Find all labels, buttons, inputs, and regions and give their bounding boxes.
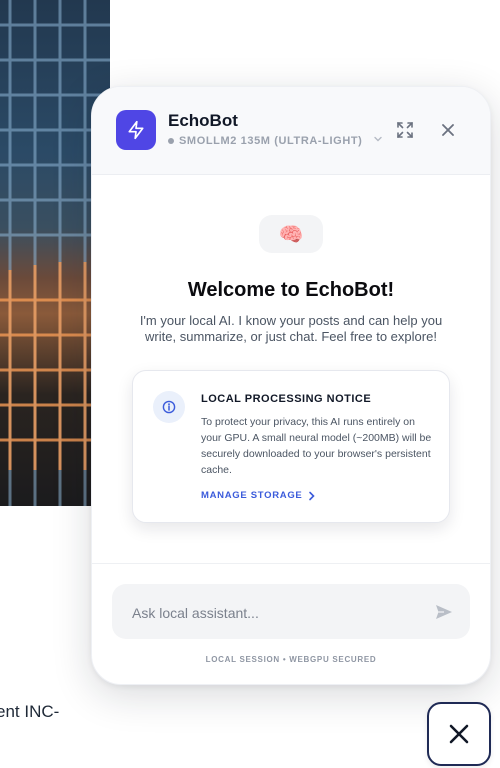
- info-icon: [153, 391, 185, 423]
- chevron-right-icon: [309, 491, 316, 500]
- chat-toggle-button[interactable]: [427, 702, 491, 766]
- divider: [92, 563, 490, 564]
- model-label: SMOLLM2 135M (ULTRA-LIGHT): [179, 134, 363, 147]
- local-processing-notice: LOCAL PROCESSING NOTICE To protect your …: [132, 370, 450, 523]
- chat-panel: EchoBot SMOLLM2 135M (ULTRA-LIGHT) 🧠 Wel…: [91, 86, 491, 685]
- status-dot: [168, 137, 174, 144]
- close-icon: [442, 124, 454, 136]
- brain-icon: 🧠: [259, 215, 323, 253]
- chat-input[interactable]: [130, 584, 424, 641]
- expand-button[interactable]: [394, 119, 416, 141]
- model-selector[interactable]: SMOLLM2 135M (ULTRA-LIGHT): [168, 134, 383, 147]
- send-button[interactable]: [434, 602, 454, 622]
- manage-storage-link[interactable]: MANAGE STORAGE: [201, 490, 316, 501]
- assistant-title: EchoBot: [168, 111, 238, 130]
- send-icon: [436, 605, 452, 619]
- chevron-down-icon: [373, 134, 383, 147]
- session-footer: LOCAL SESSION • WEBGPU SECURED: [205, 655, 377, 664]
- expand-icon: [397, 122, 413, 138]
- manage-storage-label: MANAGE STORAGE: [201, 490, 303, 501]
- welcome-title: Welcome to EchoBot!: [187, 279, 395, 301]
- chat-input-container: [112, 584, 470, 641]
- background-text: ent INC-: [0, 702, 60, 721]
- notice-body: To protect your privacy, this AI runs en…: [201, 416, 432, 476]
- close-icon: [449, 724, 469, 744]
- notice-title: LOCAL PROCESSING NOTICE: [201, 393, 372, 405]
- intro-text: I'm your local AI. I know your posts and…: [139, 313, 443, 344]
- chat-header: EchoBot SMOLLM2 135M (ULTRA-LIGHT): [92, 87, 490, 175]
- lightning-icon: [116, 110, 156, 150]
- close-button[interactable]: [437, 119, 459, 141]
